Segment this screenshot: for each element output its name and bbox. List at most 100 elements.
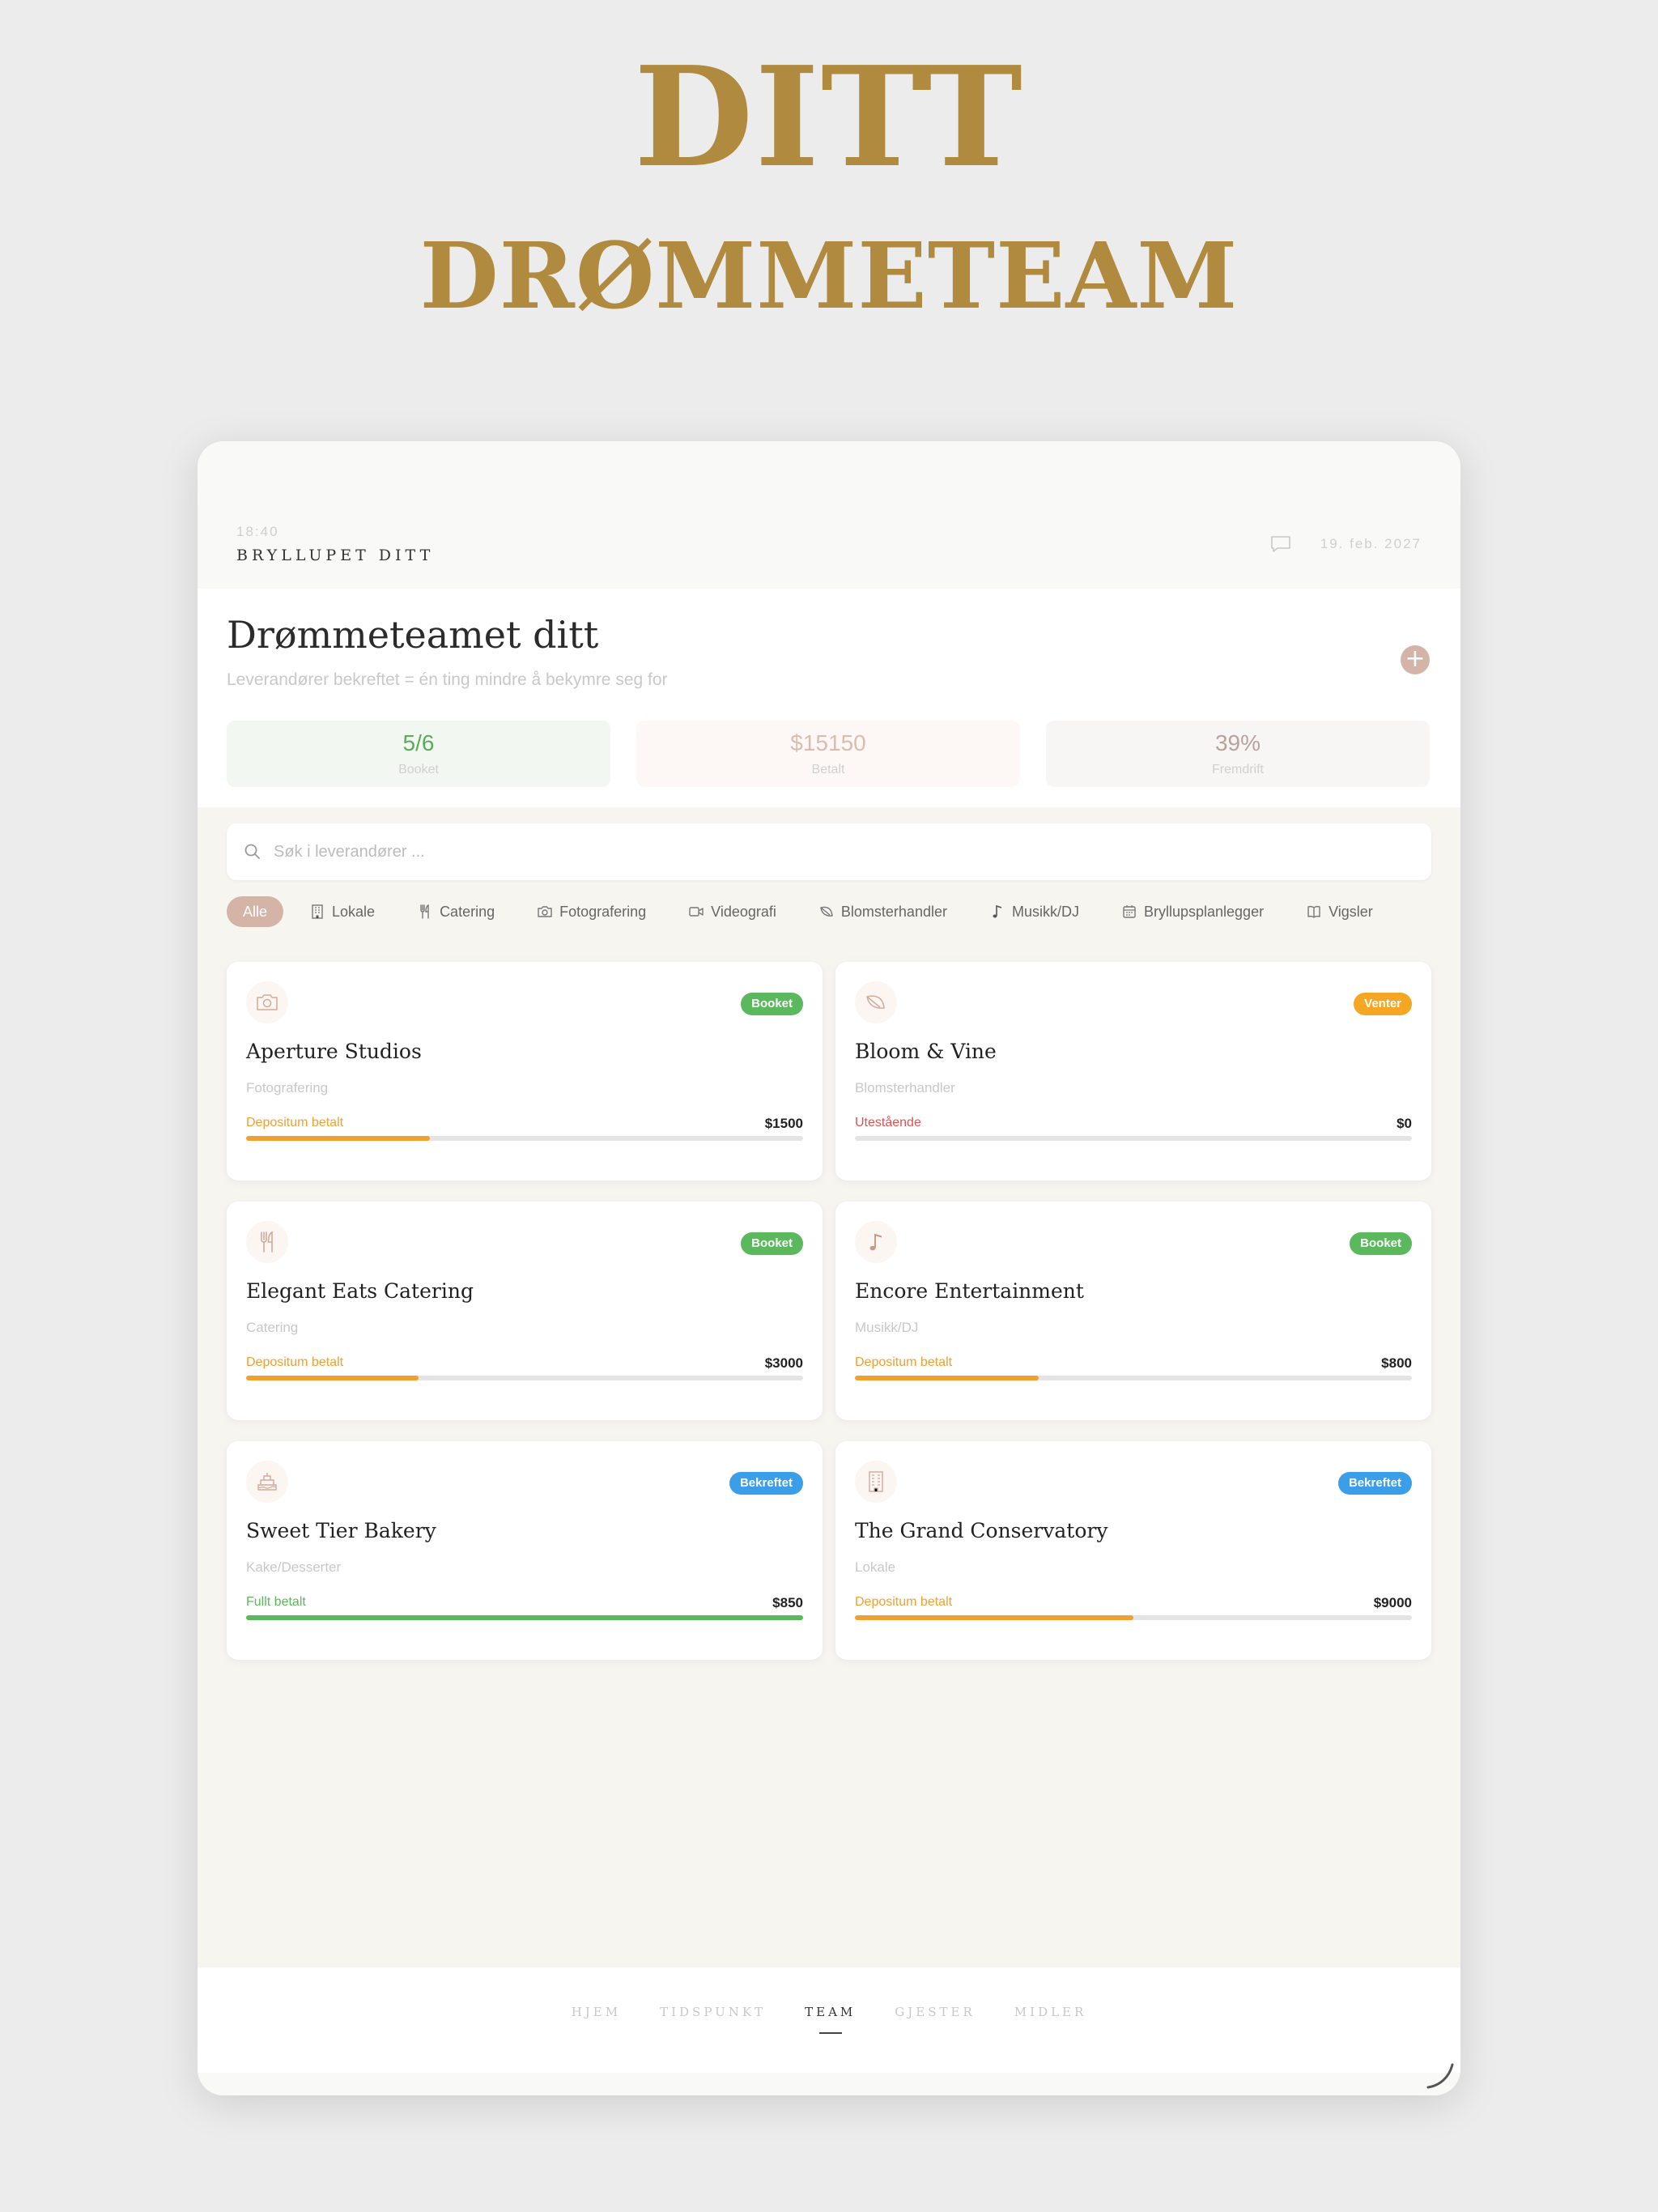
vendor-category: Fotografering — [246, 1080, 329, 1095]
vendor-name: Encore Entertainment — [855, 1279, 1084, 1303]
filter-chip-bryllupsplanlegger[interactable]: Bryllupsplanlegger — [1107, 896, 1278, 927]
vendor-category: Catering — [246, 1320, 299, 1335]
building-icon — [869, 1471, 883, 1492]
payment-progress-bar — [855, 1376, 1412, 1380]
vendor-name: Aperture Studios — [246, 1040, 422, 1063]
payment-progress-fill — [855, 1376, 1039, 1380]
stat-paid-label: Betalt — [811, 763, 845, 776]
stat-progress-label: Fremdrift — [1212, 763, 1264, 776]
vendor-icon — [855, 1221, 897, 1263]
filter-chip-label: Bryllupsplanlegger — [1143, 903, 1265, 920]
status-bar: 18:40 BRYLLUPET DITT 19. feb. 2027 — [198, 441, 1460, 589]
vendor-card-sweet-tier-bakery[interactable]: Bekreftet Sweet Tier Bakery Kake/Dessert… — [227, 1441, 823, 1660]
filter-chip-vigsler[interactable]: Vigsler — [1291, 896, 1388, 927]
nav-tidspunkt[interactable]: TIDSPUNKT — [660, 2005, 766, 2019]
music-note-icon — [869, 1233, 882, 1251]
camera-icon — [538, 906, 552, 917]
stat-booked-value: 5/6 — [402, 730, 435, 755]
nav-hjem[interactable]: HJEM — [572, 2005, 621, 2019]
payment-progress-fill — [246, 1376, 419, 1380]
payment-status: Depositum betalt — [246, 1116, 344, 1129]
vendor-name: Sweet Tier Bakery — [246, 1519, 436, 1542]
vendor-icon — [246, 1221, 288, 1263]
status-badge: Bekreftet — [729, 1472, 803, 1495]
payment-progress-bar — [246, 1136, 803, 1141]
filter-chip-label: Fotografering — [559, 903, 647, 920]
chat-icon[interactable] — [1270, 535, 1291, 553]
stat-paid: $15150 Betalt — [636, 721, 1020, 787]
vendor-card-encore-entertainment[interactable]: Booket Encore Entertainment Musikk/DJ De… — [835, 1202, 1431, 1420]
vendor-grid: Booket Aperture Studios Fotografering De… — [227, 962, 1431, 1660]
payment-status: Depositum betalt — [855, 1595, 953, 1609]
filter-chip-alle[interactable]: Alle — [227, 896, 284, 927]
payment-progress-fill — [855, 1615, 1133, 1620]
filter-chip-musikk-dj[interactable]: Musikk/DJ — [975, 896, 1094, 927]
fork-knife-icon — [420, 904, 429, 919]
search-bar — [227, 823, 1431, 880]
music-note-icon — [993, 904, 1002, 918]
status-date: 19. feb. 2027 — [1320, 536, 1422, 551]
page-title: Drømmeteamet ditt — [227, 613, 599, 657]
filter-chip-lokale[interactable]: Lokale — [295, 896, 389, 927]
fork-knife-icon — [261, 1231, 273, 1253]
vendor-card-elegant-eats-catering[interactable]: Booket Elegant Eats Catering Catering De… — [227, 1202, 823, 1420]
nav-team[interactable]: TEAM — [805, 2005, 856, 2034]
search-icon — [244, 844, 260, 859]
vendor-category: Kake/Desserter — [246, 1559, 342, 1575]
filter-chip-label: Lokale — [332, 903, 376, 920]
payment-progress-fill — [246, 1136, 431, 1141]
device-frame: 18:40 BRYLLUPET DITT 19. feb. 2027 Drømm… — [198, 441, 1460, 2095]
filter-chip-label: Vigsler — [1329, 903, 1373, 920]
status-time: 18:40 — [236, 524, 279, 539]
vendor-card-the-grand-conservatory[interactable]: Bekreftet The Grand Conservatory Lokale … — [835, 1441, 1431, 1660]
vendor-name: The Grand Conservatory — [855, 1519, 1108, 1542]
cake-icon — [257, 1473, 277, 1491]
leaf-icon — [820, 906, 833, 917]
app-title: BRYLLUPET DITT — [236, 547, 435, 564]
payment-progress-fill — [246, 1615, 803, 1620]
nav-gjester[interactable]: GJESTER — [895, 2005, 975, 2019]
payment-progress-bar — [855, 1136, 1412, 1141]
payment-amount: $9000 — [1373, 1595, 1412, 1610]
leaf-icon — [866, 995, 885, 1009]
nav-midler[interactable]: MIDLER — [1014, 2005, 1087, 2019]
stat-progress: 39% Fremdrift — [1046, 721, 1430, 787]
vendor-card-aperture-studios[interactable]: Booket Aperture Studios Fotografering De… — [227, 962, 823, 1180]
hero-line-2: DRØMMETEAM — [419, 223, 1239, 330]
stats-row: 5/6 Booket $15150 Betalt 39% Fremdrift — [227, 721, 1430, 787]
payment-amount: $850 — [772, 1595, 803, 1610]
filter-chip-catering[interactable]: Catering — [402, 896, 509, 927]
calendar-icon — [1123, 905, 1136, 918]
stat-paid-value: $15150 — [790, 730, 866, 755]
status-badge: Booket — [741, 993, 803, 1015]
status-badge: Venter — [1354, 993, 1412, 1015]
building-icon — [312, 904, 323, 919]
payment-amount: $1500 — [764, 1116, 803, 1131]
filter-chip-label: Musikk/DJ — [1011, 903, 1079, 920]
vendor-category: Blomsterhandler — [855, 1080, 955, 1095]
filter-chip-label: Blomsterhandler — [840, 903, 947, 920]
add-vendor-button[interactable]: + — [1401, 645, 1430, 674]
status-badge: Bekreftet — [1337, 1472, 1412, 1495]
payment-progress-bar — [855, 1615, 1412, 1620]
video-icon — [689, 907, 704, 917]
status-badge: Booket — [1350, 1232, 1412, 1255]
payment-status: Depositum betalt — [855, 1355, 953, 1369]
filter-chip-blomsterhandler[interactable]: Blomsterhandler — [804, 896, 962, 927]
filter-chip-label: Catering — [440, 903, 495, 920]
vendor-category: Lokale — [855, 1559, 896, 1575]
vendor-card-bloom-vine[interactable]: Venter Bloom & Vine Blomsterhandler Utes… — [835, 962, 1431, 1180]
bottom-nav: HJEM TIDSPUNKT TEAM GJESTER MIDLER — [198, 1967, 1460, 2073]
payment-progress-bar — [246, 1376, 803, 1380]
search-input[interactable] — [274, 842, 1326, 861]
vendor-icon — [855, 981, 897, 1023]
vendor-icon — [246, 981, 288, 1023]
camera-icon — [257, 994, 278, 1010]
vendor-name: Elegant Eats Catering — [246, 1279, 474, 1303]
payment-progress-bar — [246, 1615, 803, 1620]
payment-amount: $0 — [1397, 1116, 1412, 1131]
resize-handle-icon — [1426, 2063, 1454, 2089]
payment-amount: $800 — [1381, 1355, 1412, 1371]
filter-chip-fotografering[interactable]: Fotografering — [522, 896, 661, 927]
filter-chip-videografi[interactable]: Videografi — [674, 896, 791, 927]
